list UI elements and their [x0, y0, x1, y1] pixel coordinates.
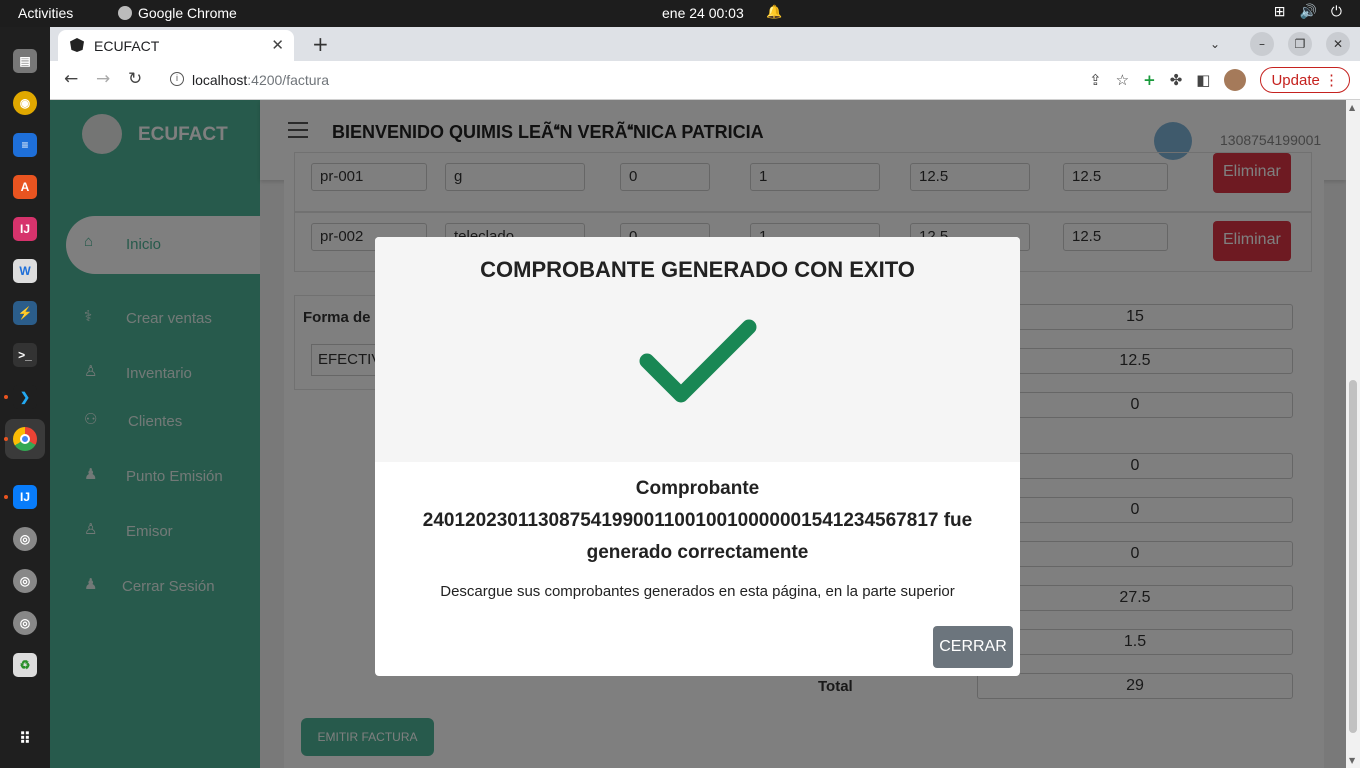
new-tab-icon[interactable]: +	[312, 32, 329, 56]
clock[interactable]: ene 24 00:03	[662, 5, 744, 21]
running-dot	[4, 437, 8, 441]
wps-icon[interactable]: W	[13, 259, 37, 283]
scrollbar-thumb[interactable]	[1349, 380, 1357, 733]
app-menu-label: Google Chrome	[138, 5, 237, 21]
url-text: localhost:4200/factura	[192, 72, 329, 88]
close-button[interactable]: CERRAR	[933, 626, 1013, 668]
scroll-up-icon[interactable]: ▲	[1349, 103, 1355, 112]
maximize-icon[interactable]: ❐	[1288, 32, 1312, 56]
trash-icon[interactable]: ♻	[13, 653, 37, 677]
success-modal: COMPROBANTE GENERADO CON EXITO Comproban…	[375, 237, 1020, 676]
system-tray[interactable]: ⊞ 🔊 ⏻	[1274, 3, 1342, 20]
modal-message: Comprobante 2401202301130875419900110010…	[422, 478, 973, 563]
dock: ▤ ◉ ≡ A IJ W ⚡ >_ ❯ IJ ◎ ◎ ◎ ♻ ⠿	[0, 27, 50, 768]
window-controls: ⌄ – ❐ ✕	[1210, 32, 1350, 56]
bookmark-star-icon[interactable]: ☆	[1116, 71, 1129, 89]
intellij-running-icon[interactable]: IJ	[13, 485, 37, 509]
profile-avatar[interactable]	[1224, 69, 1247, 91]
tab-search-icon[interactable]: ⌄	[1210, 37, 1220, 51]
os-top-bar: Activities Google Chrome ene 24 00:03 🔔 …	[0, 0, 1360, 27]
volume-icon: 🔊	[1299, 3, 1317, 19]
app-menu[interactable]: Google Chrome	[118, 5, 237, 21]
dbeaver-icon[interactable]: ⚡	[13, 301, 37, 325]
browser-tab[interactable]: ECUFACT ✕	[58, 30, 294, 61]
disk-icon[interactable]: ◎	[13, 611, 37, 635]
forward-icon[interactable]: →	[96, 69, 110, 89]
minimize-icon[interactable]: –	[1250, 32, 1274, 56]
tab-title: ECUFACT	[94, 38, 160, 54]
vscode-icon[interactable]: ❯	[13, 385, 37, 409]
show-apps-icon[interactable]: ⠿	[13, 727, 37, 751]
extensions-icon[interactable]: ✤	[1170, 71, 1183, 89]
side-panel-icon[interactable]: ◧	[1196, 71, 1210, 89]
url-host: localhost	[192, 72, 248, 88]
angular-icon	[70, 38, 84, 52]
intellij-icon[interactable]: IJ	[13, 217, 37, 241]
files-icon[interactable]: ▤	[13, 49, 37, 73]
back-icon[interactable]: ←	[64, 69, 78, 89]
running-dot	[4, 495, 8, 499]
update-button[interactable]: Update ⋮	[1260, 67, 1350, 93]
rhythmbox-icon[interactable]: ◉	[13, 91, 37, 115]
terminal-icon[interactable]: >_	[13, 343, 37, 367]
running-dot	[4, 395, 8, 399]
activities-button[interactable]: Activities	[18, 5, 73, 21]
disk-icon[interactable]: ◎	[13, 527, 37, 551]
checkmark-icon	[639, 319, 757, 403]
url-path: :4200/factura	[247, 72, 329, 88]
network-icon: ⊞	[1273, 3, 1286, 19]
reload-icon[interactable]: ↻	[128, 69, 142, 89]
close-window-icon[interactable]: ✕	[1326, 32, 1350, 56]
toolbar: ← → ↻ i localhost:4200/factura ⇪ ☆ + ✤ ◧…	[50, 61, 1360, 100]
bell-icon: 🔔	[766, 4, 783, 19]
software-icon[interactable]: A	[13, 175, 37, 199]
writer-icon[interactable]: ≡	[13, 133, 37, 157]
tab-strip: ECUFACT ✕ + ⌄ – ❐ ✕	[50, 27, 1360, 61]
scroll-down-icon[interactable]: ▼	[1349, 756, 1355, 765]
modal-title: COMPROBANTE GENERADO CON EXITO	[480, 257, 915, 282]
site-info-icon[interactable]: i	[170, 72, 184, 86]
chrome-icon[interactable]	[13, 427, 37, 451]
chrome-icon	[118, 6, 132, 20]
page-scrollbar[interactable]: ▲ ▼	[1346, 100, 1360, 768]
power-icon: ⏻	[1330, 3, 1342, 19]
update-label: Update	[1271, 72, 1320, 89]
disk-icon[interactable]: ◎	[13, 569, 37, 593]
modal-description: Descargue sus comprobantes generados en …	[440, 583, 955, 600]
close-tab-icon[interactable]: ✕	[271, 36, 284, 54]
toolbar-actions: ⇪ ☆ + ✤ ◧ Update ⋮	[1089, 67, 1350, 93]
extension-plus-icon[interactable]: +	[1143, 71, 1156, 89]
address-bar[interactable]: i localhost:4200/factura	[160, 65, 1048, 95]
share-icon[interactable]: ⇪	[1089, 71, 1102, 89]
